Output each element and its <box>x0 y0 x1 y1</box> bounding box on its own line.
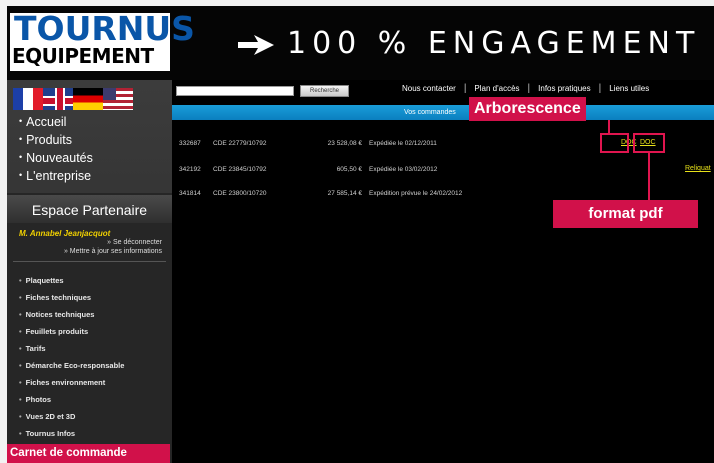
link-plan-acces[interactable]: Plan d'accès <box>474 84 519 93</box>
doc-item-tournus-infos[interactable]: Tournus Infos <box>19 425 124 442</box>
search-input[interactable] <box>176 86 294 96</box>
nav-item-nouveautes[interactable]: Nouveautés <box>19 148 93 166</box>
documents-nav: Plaquettes Fiches techniques Notices tec… <box>19 272 125 442</box>
nav-item-accueil[interactable]: Accueil <box>19 112 93 130</box>
partner-space-title: Espace Partenaire <box>7 195 172 223</box>
reliquat-link[interactable]: Reliquat <box>685 165 711 172</box>
flag-us-icon[interactable] <box>103 88 133 110</box>
separator: | <box>527 83 531 94</box>
nav-item-produits[interactable]: Produits <box>19 130 93 148</box>
partner-space: Espace Partenaire M. Annabel Jeanjacquot… <box>7 193 172 463</box>
order-status: Expédition prévue le 24/02/2012 <box>369 190 463 197</box>
doc-item-plaquettes[interactable]: Plaquettes <box>19 272 124 289</box>
order-reference: CDE 22779/10792 <box>213 140 267 147</box>
doc-item-feuillets-produits[interactable]: Feuillets produits <box>19 323 124 340</box>
separator: | <box>463 83 467 94</box>
annotation-format-pdf: format pdf <box>553 200 698 228</box>
order-reference: CDE 23800/10720 <box>213 190 267 197</box>
header: TOURNUS EQUIPEMENT 100 % ENGAGEMENT <box>7 6 714 80</box>
doc-item-fiches-environnement[interactable]: Fiches environnement <box>19 374 124 391</box>
nav-item-entreprise[interactable]: L'entreprise <box>19 166 93 184</box>
top-bar: Recherche Nous contacter | Plan d'accès … <box>172 80 714 102</box>
orders-header-bar: Vos commandes <box>172 105 714 120</box>
doc-item-eco-responsable[interactable]: Démarche Eco-responsable <box>19 357 125 374</box>
separator: | <box>598 83 602 94</box>
divider <box>13 261 166 262</box>
top-links: Nous contacter | Plan d'accès | Infos pr… <box>402 83 649 94</box>
annotation-box-pdf <box>633 133 665 153</box>
order-amount: 27 585,14 € <box>327 190 362 197</box>
partner-user-name: M. Annabel Jeanjacquot <box>19 229 111 238</box>
doc-item-photos[interactable]: Photos <box>19 391 124 408</box>
logout-link[interactable]: » Se déconnecter <box>107 239 162 246</box>
order-status: Expédiée le 02/12/2011 <box>369 140 437 147</box>
logout-label: Se déconnecter <box>112 239 162 246</box>
annotation-carnet-commande: Carnet de commande <box>7 444 170 463</box>
doc-item-notices-techniques[interactable]: Notices techniques <box>19 306 124 323</box>
logo-line-1: TOURNUS <box>14 9 195 48</box>
flag-fr-icon[interactable] <box>13 88 43 110</box>
main-nav: Accueil Produits Nouveautés L'entreprise <box>19 112 93 184</box>
order-status: Expédiée le 03/02/2012 <box>369 166 438 173</box>
language-flags <box>13 88 133 110</box>
flag-uk-icon[interactable] <box>43 88 73 110</box>
order-number: 332687 <box>179 140 201 147</box>
annotation-box-arborescence <box>600 133 629 153</box>
order-number: 341814 <box>179 190 201 197</box>
link-liens-utiles[interactable]: Liens utiles <box>609 84 649 93</box>
arrow-right-icon <box>238 35 274 55</box>
order-amount: 605,50 € <box>336 166 362 173</box>
search-button[interactable]: Recherche <box>300 85 349 97</box>
update-info-link[interactable]: » Mettre à jour ses informations <box>64 248 162 255</box>
link-infos-pratiques[interactable]: Infos pratiques <box>538 84 590 93</box>
annotation-arborescence: Arborescence <box>469 97 586 121</box>
order-number: 342192 <box>179 166 201 173</box>
annotation-connector <box>648 152 650 202</box>
doc-item-fiches-techniques[interactable]: Fiches techniques <box>19 289 124 306</box>
sidebar: Accueil Produits Nouveautés L'entreprise… <box>7 80 172 463</box>
logo-line-2: EQUIPEMENT <box>12 44 154 68</box>
orders-header-text: Vos commandes <box>404 109 456 116</box>
annotation-connector <box>608 120 610 133</box>
banner-slogan: 100 % ENGAGEMENT <box>287 26 701 61</box>
order-amount: 23 528,08 € <box>327 140 362 147</box>
doc-item-vues-2d-3d[interactable]: Vues 2D et 3D <box>19 408 124 425</box>
flag-de-icon[interactable] <box>73 88 103 110</box>
doc-item-tarifs[interactable]: Tarifs <box>19 340 124 357</box>
website-frame: TOURNUS EQUIPEMENT 100 % ENGAGEMENT Accu… <box>7 6 714 463</box>
order-reference: CDE 23845/10792 <box>213 166 267 173</box>
link-contact[interactable]: Nous contacter <box>402 84 456 93</box>
logo[interactable]: TOURNUS EQUIPEMENT <box>10 12 195 71</box>
update-info-label: Mettre à jour ses informations <box>69 248 162 255</box>
